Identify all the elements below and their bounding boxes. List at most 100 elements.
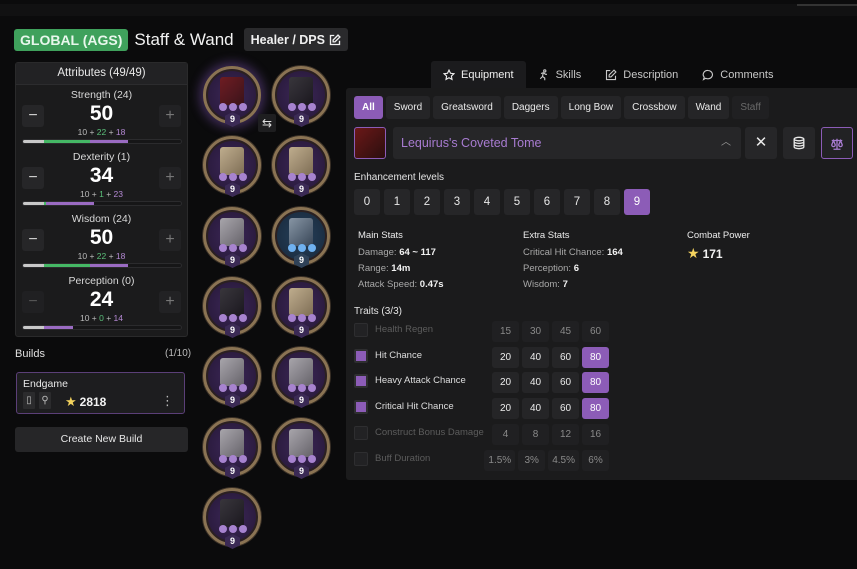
trait-value-option[interactable]: 4 bbox=[492, 423, 519, 445]
build-card[interactable]: Endgame ▯ ⚲ ★ 2818 ⋮ bbox=[16, 372, 185, 414]
trait-value-option[interactable]: 45 bbox=[552, 321, 579, 342]
filter-sword[interactable]: Sword bbox=[385, 96, 431, 119]
trait-checkbox[interactable] bbox=[354, 374, 368, 389]
enhancement-level-9[interactable]: 9 bbox=[624, 189, 650, 215]
trait-value-option[interactable]: 80 bbox=[582, 346, 609, 368]
trait-value-option[interactable]: 16 bbox=[582, 423, 609, 445]
enhancement-level-8[interactable]: 8 bbox=[594, 189, 620, 215]
base-points: 10 bbox=[77, 127, 88, 137]
increase-button[interactable]: + bbox=[159, 291, 181, 313]
trait-dot bbox=[308, 103, 316, 111]
main-stats: Main Stats Damage: 64 ~ 117 Range: 14m Att… bbox=[358, 230, 444, 293]
decrease-button[interactable]: − bbox=[22, 291, 44, 313]
trait-value-option[interactable]: 20 bbox=[492, 398, 519, 420]
trait-value-option[interactable]: 12 bbox=[552, 423, 579, 445]
trait-value-option[interactable]: 30 bbox=[522, 321, 549, 342]
filter-all[interactable]: All bbox=[354, 96, 383, 119]
trait-dots bbox=[288, 173, 316, 181]
trait-value-option[interactable]: 8 bbox=[522, 423, 549, 445]
more-options-icon[interactable]: ⋮ bbox=[161, 393, 174, 409]
trait-checkbox[interactable] bbox=[354, 323, 368, 337]
compare-button[interactable] bbox=[821, 127, 853, 159]
trait-values: 4 8 12 16 bbox=[492, 423, 609, 445]
filter-crossbow[interactable]: Crossbow bbox=[624, 96, 685, 119]
plus-separator: + bbox=[87, 127, 97, 137]
enhancement-level-6[interactable]: 6 bbox=[534, 189, 560, 215]
increase-button[interactable]: + bbox=[159, 229, 181, 251]
trait-value-option[interactable]: 1.5% bbox=[484, 449, 516, 471]
role-badge[interactable]: Healer / DPS bbox=[243, 28, 348, 51]
artifact-item-icon bbox=[220, 499, 244, 527]
gear-slot-boots[interactable]: 9 bbox=[272, 277, 330, 338]
filter-long-bow[interactable]: Long Bow bbox=[560, 96, 622, 119]
gear-slot-ring-1[interactable]: 9 bbox=[203, 418, 261, 479]
clear-item-button[interactable]: ✕ bbox=[745, 127, 777, 159]
trait-value-option[interactable]: 20 bbox=[492, 346, 519, 368]
trait-value-option[interactable]: 6% bbox=[582, 449, 609, 471]
gear-slot-belt[interactable]: 9 bbox=[203, 347, 261, 408]
gear-slot-head[interactable]: 9 bbox=[272, 66, 330, 127]
gear-slot-chest[interactable]: 9 bbox=[203, 207, 261, 268]
trait-value-option[interactable]: 80 bbox=[582, 398, 609, 420]
trait-value-option[interactable]: 60 bbox=[552, 398, 579, 420]
enhancement-level-5[interactable]: 5 bbox=[504, 189, 530, 215]
tab-skills[interactable]: Skills bbox=[526, 61, 594, 88]
enhancement-level-7[interactable]: 7 bbox=[564, 189, 590, 215]
gear-slot-artifact[interactable]: 9 bbox=[203, 488, 261, 549]
trait-value-option[interactable]: 40 bbox=[522, 372, 549, 394]
filter-wand[interactable]: Wand bbox=[687, 96, 730, 119]
gear-slot-ring-2[interactable]: 9 bbox=[272, 418, 330, 479]
trait-value-option[interactable]: 60 bbox=[582, 321, 609, 342]
base-segment bbox=[23, 264, 44, 267]
equipment-panel: All Sword Greatsword Daggers Long Bow Crossbo… bbox=[346, 88, 857, 480]
enhancement-level-3[interactable]: 3 bbox=[444, 189, 470, 215]
trait-checkbox[interactable] bbox=[354, 348, 368, 363]
trait-value-option[interactable]: 15 bbox=[492, 321, 519, 342]
attribute-dexterity: Dexterity (1) 34 10 + 1 + 23− + bbox=[16, 147, 187, 209]
trait-value-option[interactable]: 3% bbox=[518, 449, 546, 471]
trait-checkbox[interactable] bbox=[354, 451, 368, 466]
decrease-button[interactable]: − bbox=[22, 167, 44, 189]
item-select-dropdown[interactable]: Lequirus's Coveted Tome ︿ bbox=[393, 127, 741, 159]
gear-slot-pants[interactable]: 9 bbox=[203, 277, 261, 338]
combat-power-title: Combat Power bbox=[687, 230, 750, 241]
gear-slot-bracelet[interactable]: 9 bbox=[272, 347, 330, 408]
database-button[interactable] bbox=[783, 127, 815, 159]
trait-values: 20 40 60 80 bbox=[492, 346, 609, 368]
filter-daggers[interactable]: Daggers bbox=[503, 96, 558, 119]
trait-checkbox[interactable] bbox=[354, 400, 368, 415]
trait-value-option[interactable]: 60 bbox=[552, 372, 579, 394]
gear-slot-main-weapon[interactable]: 9 bbox=[203, 66, 261, 127]
combat-power-value: 171 bbox=[702, 246, 723, 261]
filter-staff[interactable]: Staff bbox=[732, 96, 769, 119]
filter-greatsword[interactable]: Greatsword bbox=[433, 96, 501, 119]
increase-button[interactable]: + bbox=[159, 167, 181, 189]
trait-value-option[interactable]: 4.5% bbox=[548, 449, 579, 471]
tab-equipment[interactable]: Equipment bbox=[431, 61, 526, 88]
trait-value-option[interactable]: 80 bbox=[582, 372, 609, 394]
increase-button[interactable]: + bbox=[159, 105, 181, 127]
tab-description[interactable]: Description bbox=[593, 61, 690, 88]
swap-weapons-icon[interactable]: ⇆ bbox=[258, 114, 276, 132]
trait-value-option[interactable]: 60 bbox=[552, 346, 579, 368]
enhancement-level-1[interactable]: 1 bbox=[384, 189, 410, 215]
gear-slot-chest-robe[interactable]: 9 bbox=[272, 136, 330, 197]
decrease-button[interactable]: − bbox=[22, 105, 44, 127]
enhancement-level-2[interactable]: 2 bbox=[414, 189, 440, 215]
plus-separator: + bbox=[103, 189, 114, 199]
trait-value-option[interactable]: 40 bbox=[522, 398, 549, 420]
enhancement-level-4[interactable]: 4 bbox=[474, 189, 500, 215]
tab-comments[interactable]: Comments bbox=[690, 61, 785, 88]
trait-dot bbox=[298, 455, 306, 463]
create-new-build-button[interactable]: Create New Build bbox=[15, 427, 188, 452]
trait-value-option[interactable]: 20 bbox=[492, 372, 519, 394]
gear-slot-gloves[interactable]: 9 bbox=[272, 207, 330, 268]
trait-checkbox[interactable] bbox=[354, 425, 368, 440]
gear-slot-cloak[interactable]: 9 bbox=[203, 136, 261, 197]
top-bar bbox=[0, 4, 857, 16]
allocated-points: 22 bbox=[96, 251, 107, 261]
decrease-button[interactable]: − bbox=[22, 229, 44, 251]
enhancement-level-0[interactable]: 0 bbox=[354, 189, 380, 215]
trait-value-option[interactable]: 40 bbox=[522, 346, 549, 368]
trait-dot bbox=[219, 455, 227, 463]
